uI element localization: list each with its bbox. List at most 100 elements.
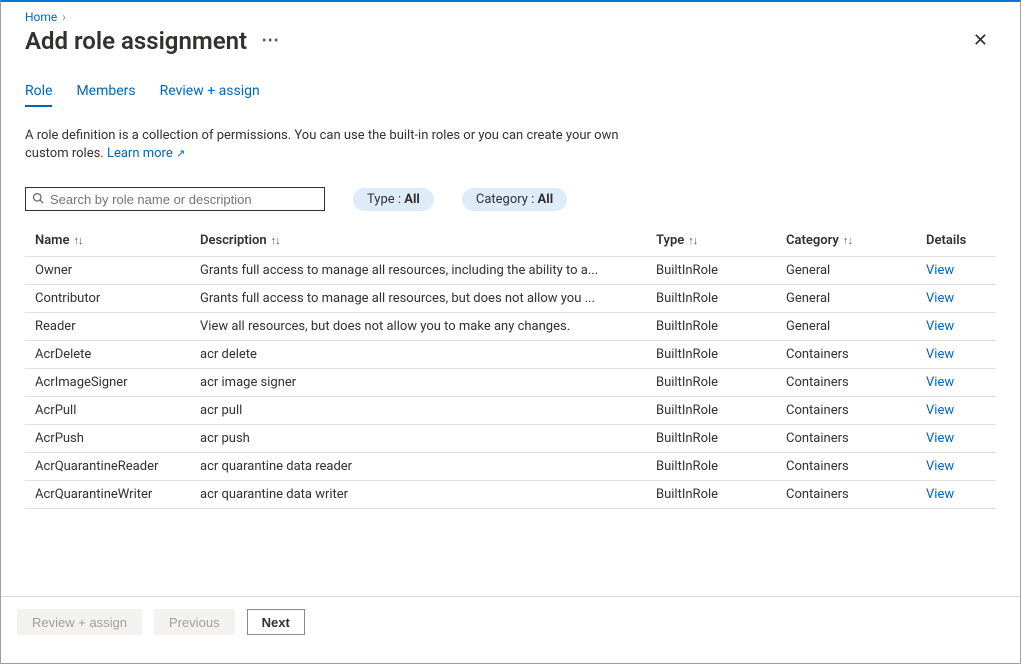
breadcrumb-home[interactable]: Home (25, 10, 57, 24)
view-link[interactable]: View (926, 459, 954, 474)
close-icon[interactable]: ✕ (965, 26, 996, 55)
tabs: Role Members Review + assign (25, 65, 996, 107)
table-row[interactable]: AcrQuarantineReaderacr quarantine data r… (25, 453, 996, 481)
cell-details: View (926, 263, 986, 278)
cell-name: AcrPull (35, 403, 200, 418)
cell-type: BuiltInRole (656, 319, 786, 334)
cell-name: Reader (35, 319, 200, 334)
view-link[interactable]: View (926, 319, 954, 334)
cell-name: AcrQuarantineReader (35, 459, 200, 474)
cell-details: View (926, 375, 986, 390)
cell-description: acr quarantine data reader (200, 459, 656, 474)
cell-category: General (786, 263, 926, 278)
table-row[interactable]: AcrPushacr pushBuiltInRoleContainersView (25, 425, 996, 453)
filter-category-pill[interactable]: Category : All (462, 188, 567, 211)
view-link[interactable]: View (926, 487, 954, 502)
view-link[interactable]: View (926, 347, 954, 362)
cell-description: View all resources, but does not allow y… (200, 319, 656, 334)
chevron-right-icon: › (60, 10, 68, 24)
table-header: Name↑↓ Description↑↓ Type↑↓ Category↑↓ D… (25, 225, 996, 257)
cell-name: AcrDelete (35, 347, 200, 362)
horizontal-scrollbar[interactable] (1, 647, 1020, 663)
table-row[interactable]: AcrDeleteacr deleteBuiltInRoleContainers… (25, 341, 996, 369)
table-row[interactable]: OwnerGrants full access to manage all re… (25, 257, 996, 285)
cell-details: View (926, 487, 986, 502)
tab-role[interactable]: Role (25, 83, 52, 107)
filter-category-label: Category : (476, 192, 538, 207)
page-title-text: Add role assignment (25, 27, 247, 55)
cell-details: View (926, 459, 986, 474)
cell-category: Containers (786, 375, 926, 390)
cell-description: acr push (200, 431, 656, 446)
cell-name: Contributor (35, 291, 200, 306)
search-input[interactable] (25, 187, 325, 211)
view-link[interactable]: View (926, 263, 954, 278)
table-row[interactable]: AcrImageSigneracr image signerBuiltInRol… (25, 369, 996, 397)
table-body: OwnerGrants full access to manage all re… (25, 257, 996, 509)
filters-row: Type : All Category : All (25, 163, 996, 225)
cell-category: Containers (786, 347, 926, 362)
learn-more-label: Learn more (107, 146, 173, 161)
cell-details: View (926, 319, 986, 334)
sort-icon: ↑↓ (688, 234, 697, 247)
view-link[interactable]: View (926, 291, 954, 306)
col-description[interactable]: Description↑↓ (200, 233, 656, 248)
learn-more-link[interactable]: Learn more ↗ (107, 146, 185, 161)
cell-type: BuiltInRole (656, 431, 786, 446)
cell-description: Grants full access to manage all resourc… (200, 291, 656, 306)
view-link[interactable]: View (926, 375, 954, 390)
cell-description: acr delete (200, 347, 656, 362)
review-assign-button: Review + assign (17, 609, 142, 635)
cell-type: BuiltInRole (656, 263, 786, 278)
cell-category: Containers (786, 487, 926, 502)
external-link-icon: ↗ (176, 147, 185, 160)
table-row[interactable]: ReaderView all resources, but does not a… (25, 313, 996, 341)
title-row: Add role assignment ⋯ ✕ (1, 24, 1020, 65)
view-link[interactable]: View (926, 431, 954, 446)
previous-button: Previous (154, 609, 235, 635)
col-details: Details (926, 233, 986, 248)
filter-type-value: All (404, 192, 420, 207)
table-row[interactable]: AcrQuarantineWriteracr quarantine data w… (25, 481, 996, 509)
filter-type-pill[interactable]: Type : All (353, 188, 434, 211)
cell-type: BuiltInRole (656, 291, 786, 306)
cell-name: AcrQuarantineWriter (35, 487, 200, 502)
page-title: Add role assignment ⋯ (25, 27, 279, 55)
next-button[interactable]: Next (247, 609, 305, 635)
col-category[interactable]: Category↑↓ (786, 233, 926, 248)
cell-type: BuiltInRole (656, 487, 786, 502)
cell-category: General (786, 291, 926, 306)
tab-members[interactable]: Members (76, 83, 135, 107)
cell-category: General (786, 319, 926, 334)
cell-details: View (926, 347, 986, 362)
content-scroll[interactable]: RoleMembersReview + assign A role defini… (1, 65, 1020, 596)
sort-icon: ↑↓ (843, 234, 852, 247)
cell-type: BuiltInRole (656, 403, 786, 418)
table-row[interactable]: ContributorGrants full access to manage … (25, 285, 996, 313)
cell-type: BuiltInRole (656, 375, 786, 390)
wizard-footer: Review + assign Previous Next (1, 596, 1020, 647)
table-row[interactable]: AcrPullacr pullBuiltInRoleContainersView (25, 397, 996, 425)
col-name[interactable]: Name↑↓ (35, 233, 200, 248)
cell-category: Containers (786, 431, 926, 446)
search-icon (32, 192, 44, 207)
cell-details: View (926, 403, 986, 418)
cell-details: View (926, 431, 986, 446)
cell-category: Containers (786, 403, 926, 418)
search-field[interactable] (48, 191, 318, 208)
cell-type: BuiltInRole (656, 347, 786, 362)
col-type[interactable]: Type↑↓ (656, 233, 786, 248)
view-link[interactable]: View (926, 403, 954, 418)
cell-name: AcrPush (35, 431, 200, 446)
cell-name: Owner (35, 263, 200, 278)
filter-type-label: Type : (367, 192, 404, 207)
more-actions-icon[interactable]: ⋯ (247, 30, 279, 51)
cell-type: BuiltInRole (656, 459, 786, 474)
sort-icon: ↑↓ (271, 234, 280, 247)
add-role-assignment-blade: Home › Add role assignment ⋯ ✕ Role Membe… (0, 0, 1021, 664)
sort-icon: ↑↓ (73, 234, 82, 247)
breadcrumb: Home › (1, 2, 1020, 24)
tab-review-assign[interactable]: Review + assign (160, 83, 260, 107)
cell-description: acr quarantine data writer (200, 487, 656, 502)
cell-description: acr pull (200, 403, 656, 418)
